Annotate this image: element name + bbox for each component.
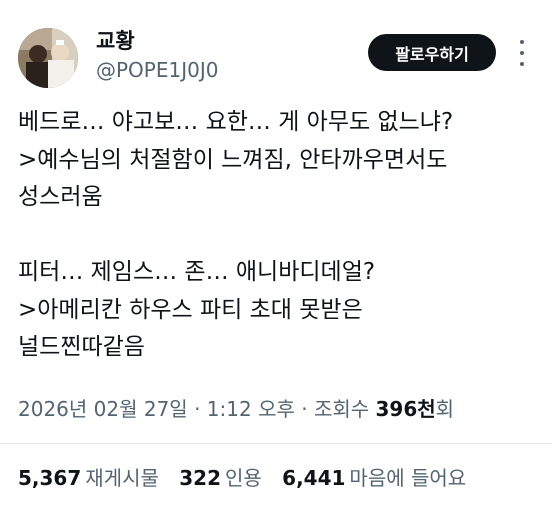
more-dot	[520, 51, 524, 55]
quotes-count: 322	[179, 466, 221, 490]
views-unit: 회	[435, 397, 455, 421]
user-handle[interactable]: @POPE1J0J0	[96, 56, 218, 84]
tweet-line: 베드로… 야고보… 요한… 게 아무도 없느냐?	[18, 109, 454, 135]
likes-label: 마음에 들어요	[349, 466, 467, 490]
avatar-image	[18, 28, 78, 88]
views-count: 396천	[375, 397, 436, 421]
display-name[interactable]: 교황	[96, 28, 218, 54]
follow-button[interactable]: 팔로우하기	[368, 34, 496, 71]
more-dot	[520, 40, 524, 44]
tweet-line: 피터… 제임스… 존… 애니바디데얼?	[18, 259, 376, 285]
meta-separator: ·	[294, 397, 314, 421]
likes-count: 6,441	[282, 466, 346, 490]
reposts-count: 5,367	[18, 466, 82, 490]
tweet-stats: 5,367 재게시물 322 인용 6,441 마음에 들어요	[18, 463, 480, 493]
tweet-line: >아메리칸 하우스 파티 초대 못받은	[18, 296, 363, 323]
reposts-stat[interactable]: 5,367 재게시물	[18, 463, 159, 493]
divider	[0, 443, 552, 444]
tweet-body: 베드로… 야고보… 요한… 게 아무도 없느냐? >예수님의 처절함이 느껴짐,…	[18, 104, 538, 367]
tweet-header: 교황 @POPE1J0J0 팔로우하기	[18, 26, 538, 90]
tweet-time[interactable]: 1:12 오후	[207, 397, 295, 421]
more-dot	[520, 62, 524, 66]
avatar[interactable]	[18, 28, 78, 88]
reposts-label: 재게시물	[85, 466, 159, 490]
quotes-stat[interactable]: 322 인용	[179, 463, 262, 493]
tweet-meta: 2026년 02월 27일 · 1:12 오후 · 조회수 396천회	[18, 394, 454, 424]
views-label: 조회수	[313, 397, 370, 421]
meta-separator: ·	[187, 397, 207, 421]
user-info: 교황 @POPE1J0J0	[96, 28, 218, 84]
quotes-label: 인용	[224, 466, 262, 490]
more-vertical-icon[interactable]	[514, 38, 530, 68]
tweet-line: 널드찐따같음	[18, 334, 145, 360]
likes-stat[interactable]: 6,441 마음에 들어요	[282, 463, 466, 493]
tweet-line: 성스러움	[18, 184, 103, 210]
tweet-date[interactable]: 2026년 02월 27일	[18, 397, 188, 421]
tweet-line: >예수님의 처절함이 느껴짐, 안타까우면서도	[18, 146, 448, 173]
